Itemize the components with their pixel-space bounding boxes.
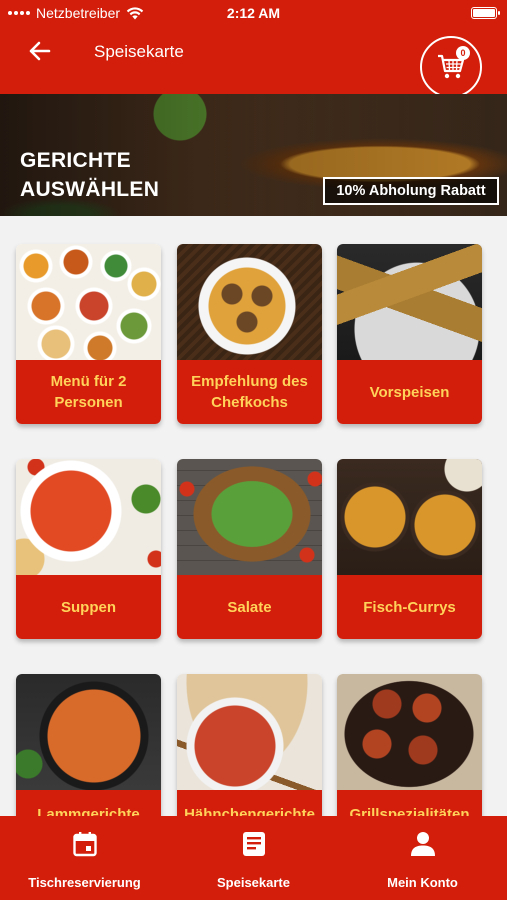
category-image (177, 674, 322, 790)
bottom-nav: Tischreservierung Speisekarte Mein Konto (0, 816, 507, 900)
app-header: Netzbetreiber 2:12 AM Speisekarte 0 (0, 0, 507, 98)
category-image (177, 459, 322, 575)
category-card-vorspeisen[interactable]: Vorspeisen (337, 244, 482, 424)
category-image (337, 674, 482, 790)
category-label: Salate (177, 575, 322, 639)
category-label: Lammgerichte (16, 790, 161, 816)
category-label: Fisch-Currys (337, 575, 482, 639)
tab-mein-konto[interactable]: Mein Konto (338, 816, 507, 900)
tab-label: Mein Konto (387, 875, 458, 890)
category-image (16, 674, 161, 790)
category-grid: Menü für 2 Personen Empfehlung des Chefk… (0, 216, 507, 816)
category-card-salate[interactable]: Salate (177, 459, 322, 639)
category-image (337, 459, 482, 575)
category-card-menu-fuer-2[interactable]: Menü für 2 Personen (16, 244, 161, 424)
category-card-chef-empfehlung[interactable]: Empfehlung des Chefkochs (177, 244, 322, 424)
user-icon (409, 830, 437, 858)
hero-banner: GERICHTE AUSWÄHLEN 10% Abholung Rabatt (0, 94, 507, 216)
category-card-grillspezialitaeten[interactable]: Grillspezialitäten (337, 674, 482, 816)
category-label: Vorspeisen (337, 360, 482, 424)
battery-icon (471, 7, 500, 19)
category-image (177, 244, 322, 360)
category-image (16, 244, 161, 360)
category-image (16, 459, 161, 575)
tab-speisekarte[interactable]: Speisekarte (169, 816, 338, 900)
category-card-lammgerichte[interactable]: Lammgerichte (16, 674, 161, 816)
status-time: 2:12 AM (226, 5, 281, 21)
category-card-suppen[interactable]: Suppen (16, 459, 161, 639)
category-label: Empfehlung des Chefkochs (177, 360, 322, 424)
category-label: Hähnchengerichte (177, 790, 322, 816)
category-label: Grillspezialitäten (337, 790, 482, 816)
tab-label: Tischreservierung (28, 875, 141, 890)
tab-label: Speisekarte (217, 875, 290, 890)
cart-count-badge: 0 (456, 46, 470, 60)
nav-row: Speisekarte 0 (0, 26, 507, 98)
calendar-icon (71, 830, 99, 858)
arrow-left-icon (29, 41, 51, 61)
banner-title: GERICHTE AUSWÄHLEN (20, 149, 160, 201)
menu-list-icon (240, 830, 268, 858)
status-bar: Netzbetreiber 2:12 AM (0, 0, 507, 26)
tab-tischreservierung[interactable]: Tischreservierung (0, 816, 169, 900)
discount-badge: 10% Abholung Rabatt (323, 177, 499, 205)
back-button[interactable] (22, 36, 58, 66)
cart-button[interactable]: 0 (420, 36, 482, 98)
category-card-haehnchengerichte[interactable]: Hähnchengerichte (177, 674, 322, 816)
category-image (337, 244, 482, 360)
category-label: Suppen (16, 575, 161, 639)
page-title: Speisekarte (94, 42, 184, 61)
category-card-fisch-currys[interactable]: Fisch-Currys (337, 459, 482, 639)
category-label: Menü für 2 Personen (16, 360, 161, 424)
